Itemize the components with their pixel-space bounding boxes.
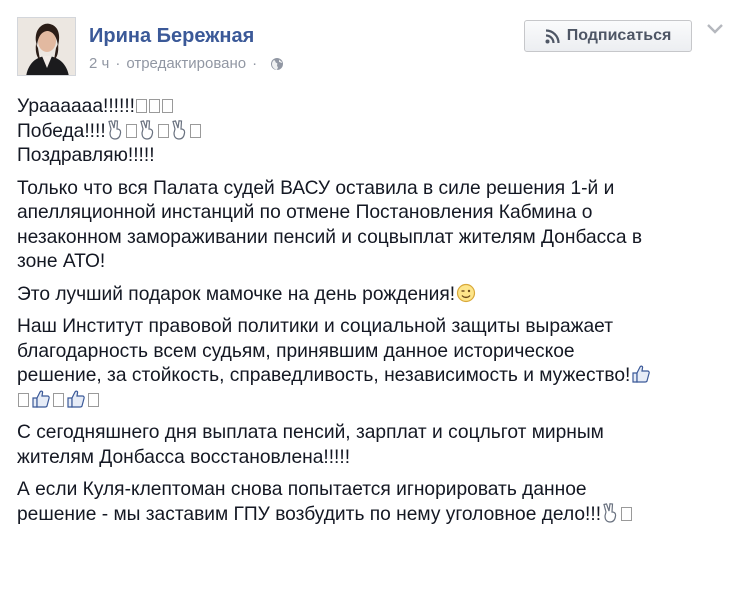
missing-glyph-icon [136, 99, 148, 113]
text-line: решение, за стойкость, справедливость, н… [17, 364, 729, 389]
thumbs-up-icon [32, 390, 50, 408]
subscribe-label: Подписаться [566, 27, 672, 44]
text-span: Победа!!!! [17, 120, 106, 142]
victory-hand-icon [107, 119, 121, 140]
rss-icon [545, 28, 560, 44]
text-line [17, 389, 729, 414]
text-line: Победа!!!! [17, 119, 729, 145]
globe-icon[interactable] [270, 57, 284, 71]
paragraph: Это лучший подарок мамочке на день рожде… [17, 283, 729, 308]
text-span: Это лучший подарок мамочке на день рожде… [17, 283, 456, 305]
victory-hand-icon [139, 119, 153, 140]
missing-glyph-icon [125, 123, 137, 138]
post-body: Ураааааа!!!!!! Победа!!!! Поздравляю!!!!… [17, 95, 729, 535]
wink-face-icon [456, 283, 476, 302]
text-line: Только что вся Палата судей ВАСУ оставил… [17, 177, 615, 199]
text-line: Наш Институт правовой политики и социаль… [17, 316, 613, 337]
paragraph: Только что вся Палата судей ВАСУ оставил… [17, 177, 729, 275]
thumbs-up-icon [67, 390, 85, 408]
text-line: зоне АТО! [17, 251, 106, 272]
chevron-down-icon[interactable] [706, 22, 724, 36]
text-line: благодарность всем судьям, принявшим дан… [17, 340, 575, 362]
post-time[interactable]: 2 ч [89, 55, 109, 72]
text-line: Ураааааа!!!!!! [17, 95, 729, 120]
text-line: Поздравляю!!!!! [17, 145, 155, 166]
missing-glyph-icon [53, 392, 64, 407]
text-line: Это лучший подарок мамочке на день рожде… [17, 283, 729, 308]
facebook-post: Ирина Бережная 2 ч · отредактировано · П… [0, 0, 736, 605]
missing-glyph-icon [189, 123, 201, 138]
subscribe-button[interactable]: Подписаться [524, 20, 692, 52]
edited-label[interactable]: отредактировано [126, 55, 246, 72]
text-span: решение, за стойкость, справедливость, н… [17, 365, 631, 386]
thumbs-up-icon [632, 365, 651, 383]
paragraph: С сегодняшнего дня выплата пенсий, зарпл… [17, 421, 729, 470]
paragraph: Ураааааа!!!!!! Победа!!!! Поздравляю!!!!… [17, 95, 729, 169]
text-line: незаконном замораживании пенсий и соцвып… [17, 226, 643, 248]
text-span: решение - мы заставим ГПУ возбудить по н… [17, 503, 602, 525]
paragraph: А если Куля-клептоман снова попытается и… [17, 478, 729, 527]
missing-glyph-icon [18, 392, 29, 407]
text-line: апелляционной инстанций по отмене Постан… [17, 202, 593, 223]
meta-separator: · [115, 55, 121, 72]
text-line: решение - мы заставим ГПУ возбудить по н… [17, 502, 729, 528]
missing-glyph-icon [88, 392, 99, 407]
victory-hand-icon [171, 119, 185, 140]
missing-glyph-icon [621, 506, 633, 521]
text-line: С сегодняшнего дня выплата пенсий, зарпл… [17, 422, 604, 443]
missing-glyph-icon [157, 123, 169, 138]
text-span: Ураааааа!!!!!! [17, 96, 136, 117]
missing-glyph-icon [149, 99, 161, 113]
avatar[interactable] [17, 17, 76, 76]
victory-hand-icon [603, 502, 617, 523]
author-photo [18, 18, 75, 75]
author-name[interactable]: Ирина Бережная [89, 25, 254, 48]
text-line: жителям Донбасса восстановлена!!!!! [17, 446, 351, 468]
meta-separator: · [252, 55, 258, 72]
post-meta: 2 ч · отредактировано · [89, 55, 284, 72]
paragraph: Наш Институт правовой политики и социаль… [17, 315, 729, 413]
missing-glyph-icon [162, 99, 174, 113]
text-line: А если Куля-клептоман снова попытается и… [17, 479, 587, 500]
